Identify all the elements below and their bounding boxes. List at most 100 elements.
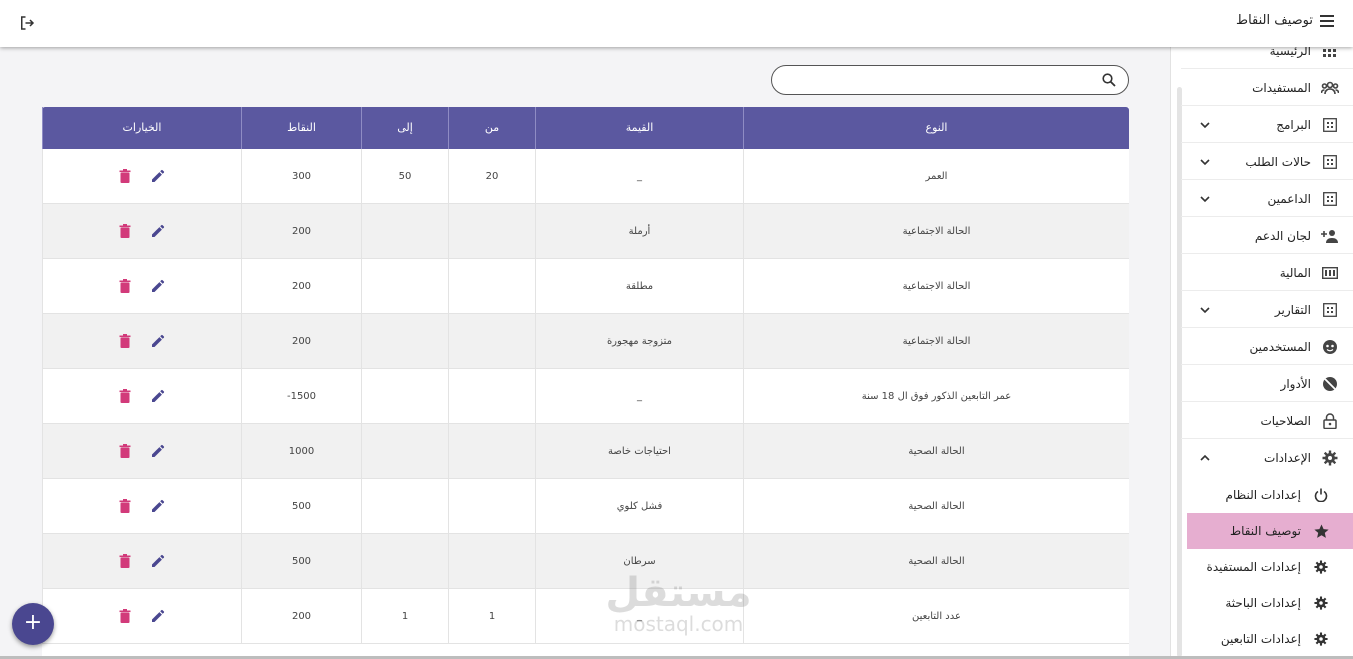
gear-icon: [1321, 449, 1339, 467]
table-row: الحالة الصحية سرطان 500: [42, 534, 1129, 589]
sidebar-item-programs[interactable]: البرامج: [1181, 107, 1353, 143]
sidebar-item-supporters[interactable]: الداعمين: [1181, 181, 1353, 217]
sidebar-subitem-dependents-settings[interactable]: إعدادات التابعين: [1187, 621, 1353, 657]
cell-value: سرطان: [535, 534, 743, 589]
edit-icon[interactable]: [150, 608, 166, 624]
delete-icon[interactable]: [117, 223, 133, 239]
cell-to: [361, 424, 448, 479]
sidebar-subitem-label: إعدادات الباحثة: [1225, 596, 1301, 610]
edit-icon[interactable]: [150, 553, 166, 569]
delete-icon[interactable]: [117, 168, 133, 184]
cell-type: العمر: [743, 149, 1129, 204]
column-header-value[interactable]: القيمة: [535, 107, 743, 149]
sidebar-subitem-points-description[interactable]: توصيف النقاط: [1187, 513, 1353, 549]
chevron-down-icon[interactable]: [1199, 119, 1211, 131]
cell-points: 200: [241, 259, 361, 314]
cell-value: _: [535, 589, 743, 644]
cell-points: 200: [241, 314, 361, 369]
edit-icon[interactable]: [150, 388, 166, 404]
column-header-to[interactable]: إلى: [361, 107, 448, 149]
edit-icon[interactable]: [150, 333, 166, 349]
cell-points: 1500-: [241, 369, 361, 424]
edit-icon[interactable]: [150, 168, 166, 184]
sidebar-subitem-system-settings[interactable]: إعدادات النظام: [1187, 477, 1353, 513]
delete-icon[interactable]: [117, 443, 133, 459]
cell-type: الحالة الاجتماعية: [743, 259, 1129, 314]
page-title: توصيف النقاط: [1236, 13, 1313, 28]
sidebar-item-home[interactable]: الرئيسية: [1181, 47, 1353, 69]
chevron-down-icon[interactable]: [1199, 304, 1211, 316]
cell-to: [361, 369, 448, 424]
search-input[interactable]: [786, 72, 1086, 90]
edit-icon[interactable]: [150, 443, 166, 459]
chevron-down-icon[interactable]: [1199, 193, 1211, 205]
logout-icon[interactable]: [18, 14, 36, 32]
column-header-from[interactable]: من: [448, 107, 535, 149]
sidebar-item-label: الداعمين: [1267, 191, 1311, 206]
sidebar-item-label: حالات الطلب: [1245, 154, 1311, 169]
cell-options: [42, 314, 241, 369]
sidebar-item-finance[interactable]: المالية: [1181, 255, 1353, 291]
cell-options: [42, 259, 241, 314]
sidebar-item-label: البرامج: [1276, 117, 1311, 132]
sidebar-item-label: الأدوار: [1280, 376, 1311, 391]
dashboard-icon: [1321, 190, 1339, 208]
sidebar-subitem-researcher-settings[interactable]: إعدادات الباحثة: [1187, 585, 1353, 621]
cell-options: [42, 424, 241, 479]
table-row: عمر التابعين الذكور فوق ال 18 سنة _ 1500-: [42, 369, 1129, 424]
cell-to: [361, 534, 448, 589]
column-header-points[interactable]: النقاط: [241, 107, 361, 149]
delete-icon[interactable]: [117, 608, 133, 624]
delete-icon[interactable]: [117, 388, 133, 404]
face-icon: [1321, 338, 1339, 356]
add-button[interactable]: +: [12, 603, 54, 645]
cell-from: [448, 424, 535, 479]
edit-icon[interactable]: [150, 278, 166, 294]
sidebar-item-label: المالية: [1279, 265, 1311, 280]
chevron-down-icon[interactable]: [1199, 156, 1211, 168]
sidebar-subitem-label: توصيف النقاط: [1229, 524, 1301, 538]
cell-options: [42, 534, 241, 589]
column-header-type[interactable]: النوع: [743, 107, 1129, 149]
cell-value: احتياجات خاصة: [535, 424, 743, 479]
cell-to: 50: [361, 149, 448, 204]
sidebar-item-users[interactable]: المستخدمين: [1181, 329, 1353, 365]
delete-icon[interactable]: [117, 553, 133, 569]
cell-points: 500: [241, 479, 361, 534]
sidebar-item-roles[interactable]: الأدوار: [1181, 366, 1353, 402]
cell-value: _: [535, 149, 743, 204]
cell-value: متزوجة مهجورة: [535, 314, 743, 369]
cell-from: [448, 534, 535, 589]
chevron-up-icon[interactable]: [1199, 452, 1211, 464]
search-box[interactable]: [771, 65, 1129, 95]
menu-icon[interactable]: [1319, 14, 1335, 28]
search-icon[interactable]: [1102, 73, 1116, 87]
edit-icon[interactable]: [150, 223, 166, 239]
cell-options: [42, 204, 241, 259]
cell-type: عدد التابعين: [743, 589, 1129, 644]
cell-value: أرملة: [535, 204, 743, 259]
gear-icon: [1313, 595, 1329, 611]
sidebar-item-permissions[interactable]: الصلاحيات: [1181, 403, 1353, 439]
sidebar-item-beneficiaries[interactable]: المستفيدات: [1181, 70, 1353, 106]
cell-to: [361, 204, 448, 259]
cell-points: 1000: [241, 424, 361, 479]
cell-from: [448, 204, 535, 259]
delete-icon[interactable]: [117, 333, 133, 349]
sidebar-item-reports[interactable]: التقارير: [1181, 292, 1353, 328]
sidebar-item-request-statuses[interactable]: حالات الطلب: [1181, 144, 1353, 180]
delete-icon[interactable]: [117, 278, 133, 294]
cell-points: 200: [241, 204, 361, 259]
cell-from: [448, 369, 535, 424]
points-table: النوع القيمة من إلى النقاط الخيارات العم…: [42, 107, 1129, 659]
sidebar-item-label: الرئيسية: [1269, 47, 1311, 58]
edit-icon[interactable]: [150, 498, 166, 514]
sidebar-item-support-committees[interactable]: لجان الدعم: [1181, 218, 1353, 254]
sidebar-subitem-beneficiary-settings[interactable]: إعدادات المستفيدة: [1187, 549, 1353, 585]
sidebar-item-settings[interactable]: الإعدادات: [1181, 440, 1353, 476]
cell-from: 1: [448, 589, 535, 644]
delete-icon[interactable]: [117, 498, 133, 514]
cell-to: [361, 259, 448, 314]
sidebar-item-label: المستفيدات: [1252, 80, 1311, 95]
gear-icon: [1313, 559, 1329, 575]
